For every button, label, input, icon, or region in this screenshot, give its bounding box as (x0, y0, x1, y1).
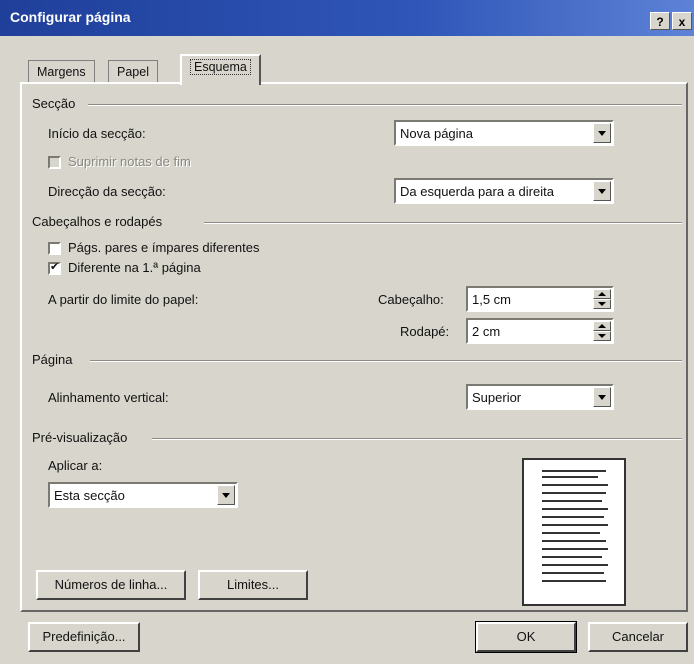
window-title: Configurar página (10, 9, 131, 25)
apply-to-label: Aplicar a: (48, 458, 103, 473)
footer-distance-spinner[interactable]: 2 cm (466, 318, 614, 344)
tab-label: Esquema (190, 59, 251, 75)
preview-line (542, 492, 606, 494)
preview-group-label: Pré-visualização (32, 430, 128, 445)
preview-line (542, 548, 608, 550)
tab-esquema[interactable]: Esquema (180, 54, 261, 85)
preview-line (542, 524, 608, 526)
apply-to-value: Esta secção (54, 488, 125, 503)
header-distance-spinner[interactable]: 1,5 cm (466, 286, 614, 312)
preview-line (542, 572, 604, 574)
footer-distance-label: Rodapé: (400, 324, 450, 339)
section-start-label: Início da secção: (48, 126, 146, 141)
preview-line (542, 516, 604, 518)
preview-line (542, 532, 600, 534)
preview-line (542, 470, 606, 472)
chevron-down-icon[interactable] (593, 387, 611, 407)
preview-line (542, 484, 608, 486)
preview-line (542, 500, 602, 502)
chevron-down-icon[interactable] (217, 485, 235, 505)
group-divider (204, 222, 682, 224)
vertical-align-value: Superior (472, 390, 522, 405)
tab-label: Margens (37, 65, 86, 79)
first-page-checkbox[interactable] (48, 261, 61, 275)
spin-up-icon[interactable] (593, 321, 611, 331)
spin-up-icon[interactable] (593, 289, 611, 299)
preview-line (542, 476, 598, 478)
default-button[interactable]: Predefinição... (28, 622, 140, 652)
tab-label: Papel (117, 65, 149, 79)
odd-even-label: Págs. pares e ímpares diferentes (68, 240, 260, 255)
vertical-align-select[interactable]: Superior (466, 384, 614, 410)
section-start-select[interactable]: Nova página (394, 120, 614, 146)
suppress-endnotes-label: Suprimir notas de fim (68, 154, 191, 169)
headers-footers-group-label: Cabeçalhos e rodapés (32, 214, 163, 229)
line-numbers-button[interactable]: Números de linha... (36, 570, 186, 600)
close-button[interactable]: x (672, 12, 692, 30)
section-group-label: Secção (32, 96, 76, 111)
preview-line (542, 508, 608, 510)
header-distance-value: 1,5 cm (472, 292, 512, 307)
tab-papel[interactable]: Papel (108, 60, 158, 84)
preview-line (542, 580, 606, 582)
group-divider (152, 438, 682, 440)
page-preview (522, 458, 626, 606)
ok-button[interactable]: OK (475, 621, 577, 653)
chevron-down-icon[interactable] (593, 123, 611, 143)
help-button[interactable]: ? (650, 12, 670, 30)
tab-margens[interactable]: Margens (28, 60, 95, 84)
first-page-label: Diferente na 1.ª página (68, 260, 201, 275)
borders-button[interactable]: Limites... (198, 570, 308, 600)
preview-line (542, 556, 602, 558)
footer-distance-value: 2 cm (472, 324, 501, 339)
section-direction-value: Da esquerda para a direita (400, 184, 554, 199)
spin-down-icon[interactable] (593, 331, 611, 341)
preview-line (542, 564, 608, 566)
group-divider (90, 360, 682, 362)
suppress-endnotes-checkbox (48, 156, 61, 169)
vertical-align-label: Alinhamento vertical: (48, 390, 169, 405)
section-start-value: Nova página (400, 126, 473, 141)
section-direction-label: Direcção da secção: (48, 184, 166, 199)
preview-line (542, 540, 606, 542)
odd-even-checkbox[interactable] (48, 242, 61, 255)
title-bar: Configurar página ? x (0, 0, 694, 36)
section-direction-select[interactable]: Da esquerda para a direita (394, 178, 614, 204)
cancel-button[interactable]: Cancelar (588, 622, 688, 652)
group-divider (88, 104, 682, 106)
from-edge-label: A partir do limite do papel: (48, 292, 199, 307)
page-group-label: Página (32, 352, 73, 367)
apply-to-select[interactable]: Esta secção (48, 482, 238, 508)
spin-down-icon[interactable] (593, 299, 611, 309)
header-distance-label: Cabeçalho: (378, 292, 444, 307)
chevron-down-icon[interactable] (593, 181, 611, 201)
